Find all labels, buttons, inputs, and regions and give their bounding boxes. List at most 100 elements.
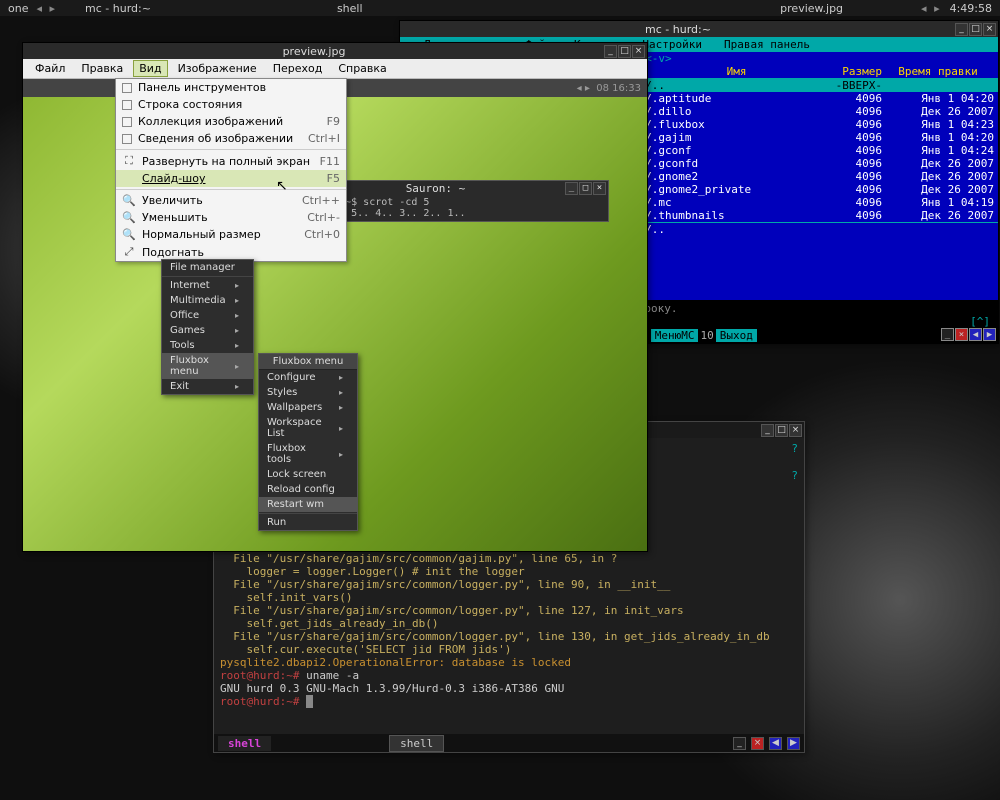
task-shell[interactable]: shell [329,2,371,15]
term-tab-active[interactable]: shell [218,736,271,751]
mc-title: mc - hurd:~ [402,23,954,36]
term-tab-inactive[interactable]: shell [389,735,444,752]
fb-item[interactable]: Exit▸ [162,379,253,394]
chevron-right-icon: ▸ [235,281,239,290]
fluxbox-menu-sub[interactable]: Fluxbox menuConfigure▸Styles▸Wallpapers▸… [258,353,358,531]
chevron-right-icon: ▸ [235,311,239,320]
minimize-icon[interactable]: _ [565,182,578,195]
chevron-right-icon: ▸ [339,450,343,459]
fluxbox-menu-root[interactable]: File manager Internet▸Multimedia▸Office▸G… [161,259,254,395]
menu-item[interactable]: 🔍УвеличитьCtrl++ [116,192,346,209]
chevron-right-icon: ▸ [339,424,343,433]
maximize-icon[interactable]: □ [775,424,788,437]
fb-item[interactable]: Fluxbox tools▸ [259,441,357,467]
menu-help[interactable]: Справка [332,60,392,77]
close-icon[interactable]: × [632,45,645,58]
menu-item[interactable]: 🔍Нормальный размерCtrl+0 [116,226,346,243]
minimize-icon[interactable]: _ [941,328,954,341]
table-row[interactable]: /.gnome2_private4096Дек 26 2007 [641,183,998,196]
ws-arrows-right[interactable]: ◂ ▸ [921,2,942,15]
mc-menu-opts[interactable]: Настройки [642,38,702,51]
fb-item[interactable]: Fluxbox menu▸ [162,353,253,379]
table-row[interactable]: /..-ВВЕРХ- [641,79,998,92]
mc-footer-buttons[interactable]: _ × ◀ ▶ [941,328,996,341]
chevron-right-icon: ▸ [235,296,239,305]
task-mc[interactable]: mc - hurd:~ [77,2,159,15]
maximize-icon[interactable]: □ [618,45,631,58]
maximize-icon[interactable]: □ [969,23,982,36]
eog-titlebar[interactable]: preview.jpg _ □ × [23,43,647,59]
table-row[interactable]: /.gajim4096Янв 1 04:20 [641,131,998,144]
menu-item[interactable]: Сведения об изображенииCtrl+I [116,130,346,147]
clock: 4:49:58 [942,2,1000,15]
fb-item[interactable]: Internet▸ [162,278,253,293]
minimize-icon[interactable]: _ [761,424,774,437]
menu-image[interactable]: Изображение [172,60,263,77]
fb-item[interactable]: File manager [162,260,253,275]
menu-go[interactable]: Переход [267,60,329,77]
mc-panel-right[interactable]: <-v> Имя Размер Время правки /..-ВВЕРХ-/… [639,52,998,300]
close-icon[interactable]: × [789,424,802,437]
fb-item[interactable]: Reload config [259,482,357,497]
table-row[interactable]: /.gnome24096Дек 26 2007 [641,170,998,183]
menu-item[interactable]: Строка состояния [116,96,346,113]
minimize-icon[interactable]: _ [733,737,746,750]
next-icon[interactable]: ▶ [983,328,996,341]
maximize-icon[interactable]: □ [579,182,592,195]
close-icon[interactable]: × [955,328,968,341]
checkbox-icon [122,134,132,144]
eog-menubar[interactable]: Файл Правка Вид Изображение Переход Спра… [23,59,647,79]
close-icon[interactable]: × [751,737,764,750]
table-row[interactable]: /.aptitude4096Янв 1 04:20 [641,92,998,105]
menu-view[interactable]: Вид [133,60,167,77]
fkey[interactable]: 10Выход [698,329,756,342]
workspace-label[interactable]: one [0,2,36,15]
ws-arrows[interactable]: ◂ ▸ [36,2,57,15]
mc-titlebar[interactable]: mc - hurd:~ _ □ × [400,21,998,37]
fb-item[interactable]: Games▸ [162,323,253,338]
next-icon[interactable]: ▶ [787,737,800,750]
prev-icon[interactable]: ◂ [577,83,582,94]
table-row[interactable]: /.mc4096Янв 1 04:19 [641,196,998,209]
table-row[interactable]: /.gconf4096Янв 1 04:24 [641,144,998,157]
fb-item[interactable]: Styles▸ [259,385,357,400]
menu-file[interactable]: Файл [29,60,71,77]
zoom-icon: 🔍 [122,194,136,207]
fb-item[interactable]: Lock screen [259,467,357,482]
minimize-icon[interactable]: _ [604,45,617,58]
fb-item[interactable]: Configure▸ [259,370,357,385]
task-preview[interactable]: preview.jpg [772,2,851,15]
menu-item-fullscreen[interactable]: ⛶Развернуть на полный экранF11 [116,152,346,170]
mini-terminal: Sauron: ~ _ □ × auron:~$ scrot -cd 5 hot… [304,180,609,222]
fkey[interactable]: 9МенюMC [640,329,698,342]
fb-item[interactable]: Wallpapers▸ [259,400,357,415]
menu-item[interactable]: 🔍УменьшитьCtrl+- [116,209,346,226]
close-icon[interactable]: × [983,23,996,36]
table-row[interactable]: /.fluxbox4096Янв 1 04:23 [641,118,998,131]
mc-menu-right[interactable]: Правая панель [724,38,810,51]
fb-item[interactable]: Office▸ [162,308,253,323]
close-icon[interactable]: × [593,182,606,195]
menu-item[interactable]: Панель инструментов [116,79,346,96]
fb-item[interactable]: Workspace List▸ [259,415,357,441]
next-icon[interactable]: ▸ [585,83,590,94]
minimize-icon[interactable]: _ [955,23,968,36]
table-row[interactable]: /.gconfd4096Дек 26 2007 [641,157,998,170]
menu-item-slideshow[interactable]: Слайд-шоуF5 [116,170,346,187]
menu-edit[interactable]: Правка [75,60,129,77]
table-row[interactable]: /.dillo4096Дек 26 2007 [641,105,998,118]
fb-item[interactable]: Restart wm [259,497,357,512]
uname-output: GNU hurd 0.3 GNU-Mach 1.3.99/Hurd-0.3 i3… [220,682,564,695]
fb-item[interactable]: Multimedia▸ [162,293,253,308]
prev-icon[interactable]: ◀ [769,737,782,750]
menu-item[interactable]: Коллекция изображенийF9 [116,113,346,130]
fb-item[interactable]: Tools▸ [162,338,253,353]
prev-icon[interactable]: ◀ [969,328,982,341]
term-error: pysqlite2.dbapi2.OperationalError: datab… [220,656,571,669]
term-tabs[interactable]: shell shell _ × ◀ ▶ [214,734,804,752]
mc-panel-header: Имя Размер Время правки [641,65,998,79]
view-dropdown[interactable]: Панель инструментовСтрока состоянияКолле… [115,78,347,262]
fullscreen-icon: ⛶ [122,154,136,168]
table-row[interactable]: /.thumbnails4096Дек 26 2007 [641,209,998,222]
fb-item-run[interactable]: Run [259,515,357,530]
